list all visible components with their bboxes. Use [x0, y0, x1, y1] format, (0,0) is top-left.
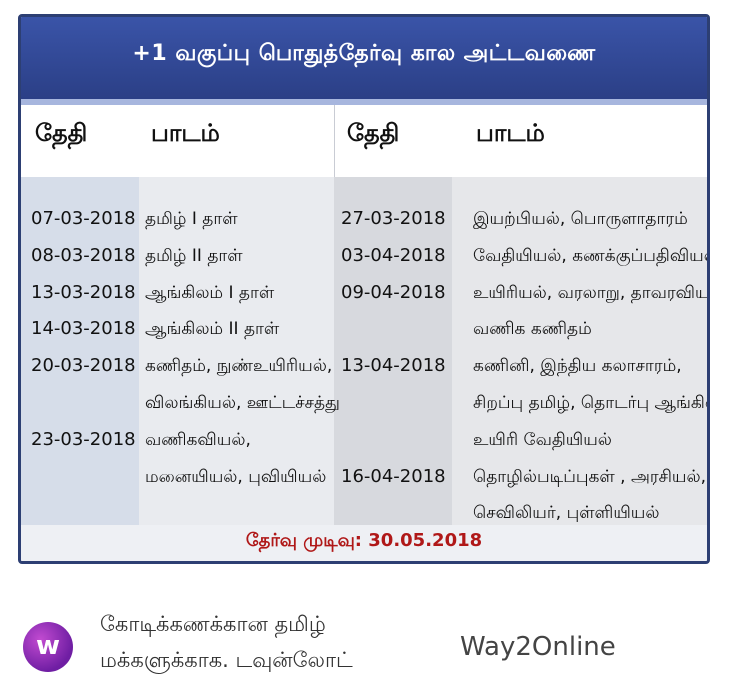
schedule-subject: விலங்கியல், ஊட்டச்சத்து: [145, 393, 340, 413]
schedule-date: 20-03-2018: [31, 355, 136, 377]
schedule-subject: செவிலியர், புள்ளியியல்: [473, 503, 660, 524]
way2online-logo[interactable]: w: [23, 622, 73, 672]
schedule-date: 27-03-2018: [341, 208, 446, 229]
schedule-subject: வேதியியல், கணக்குப்பதிவியல்: [473, 245, 710, 266]
header-date-left: தேதி: [35, 119, 88, 147]
timetable-title: +1 வகுப்பு பொதுத்தேர்வு கால அட்டவணை: [132, 41, 596, 66]
schedule-subject: மனையியல், புவியியல்: [145, 466, 327, 487]
schedule-date: 13-03-2018: [31, 281, 136, 303]
schedule-date: 09-04-2018: [341, 281, 446, 303]
schedule-subject: சிறப்பு தமிழ், தொடர்பு ஆங்கிலம்,: [473, 393, 707, 413]
schedule-date: 14-03-2018: [31, 318, 136, 340]
logo-letter: w: [35, 631, 61, 661]
title-bar: +1 வகுப்பு பொதுத்தேர்வு கால அட்டவணை: [21, 17, 707, 105]
schedule-subject: தமிழ் II தாள்: [145, 245, 243, 266]
schedule-subject: தொழில்படிப்புகள் , அரசியல்,: [473, 466, 707, 487]
schedule-subject: தமிழ் I தாள்: [145, 209, 238, 229]
header-row: தேதி பாடம் தேதி பாடம்: [21, 105, 707, 177]
schedule-date: 03-04-2018: [341, 244, 446, 266]
schedule-date: 13-04-2018: [341, 355, 446, 377]
schedule-date: 08-03-2018: [31, 244, 136, 266]
schedule-subject: ஆங்கிலம் I தாள்: [145, 282, 275, 303]
schedule-date: 23-03-2018: [31, 428, 136, 450]
header-subject-left: பாடம்: [151, 119, 220, 147]
result-date: தேர்வு முடிவு: 30.05.2018: [245, 530, 483, 551]
promo-line-2: மக்களுக்காக. டவுன்லோட்: [100, 648, 353, 672]
schedule-subject: வணிக கணிதம்: [473, 319, 592, 340]
schedule-subject: கணிதம், நுண்உயிரியல்,: [145, 356, 333, 377]
app-promo-bar: [0, 591, 730, 699]
header-date-right: தேதி: [347, 119, 400, 147]
schedule-subject: ஆங்கிலம் II தாள்: [145, 319, 280, 340]
schedule-subject: வணிகவியல்,: [145, 429, 251, 450]
header-divider: [334, 105, 335, 177]
schedule-subject: கணினி, இந்திய கலாசாரம்,: [473, 356, 682, 377]
schedule-date: 07-03-2018: [31, 208, 136, 229]
timetable-card: +1 வகுப்பு பொதுத்தேர்வு கால அட்டவணை தேதி…: [18, 14, 710, 564]
header-subject-right: பாடம்: [476, 119, 545, 147]
promo-line-1: கோடிக்கணக்கான தமிழ்: [100, 612, 326, 636]
schedule-subject: இயற்பியல், பொருளாதாரம்: [473, 209, 688, 229]
brand-name[interactable]: Way2Online: [460, 632, 616, 662]
schedule-subject: உயிரி வேதியியல்: [473, 429, 612, 450]
schedule-date: 16-04-2018: [341, 465, 446, 487]
schedule-subject: உயிரியல், வரலாறு, தாவரவியல்,: [473, 282, 710, 303]
